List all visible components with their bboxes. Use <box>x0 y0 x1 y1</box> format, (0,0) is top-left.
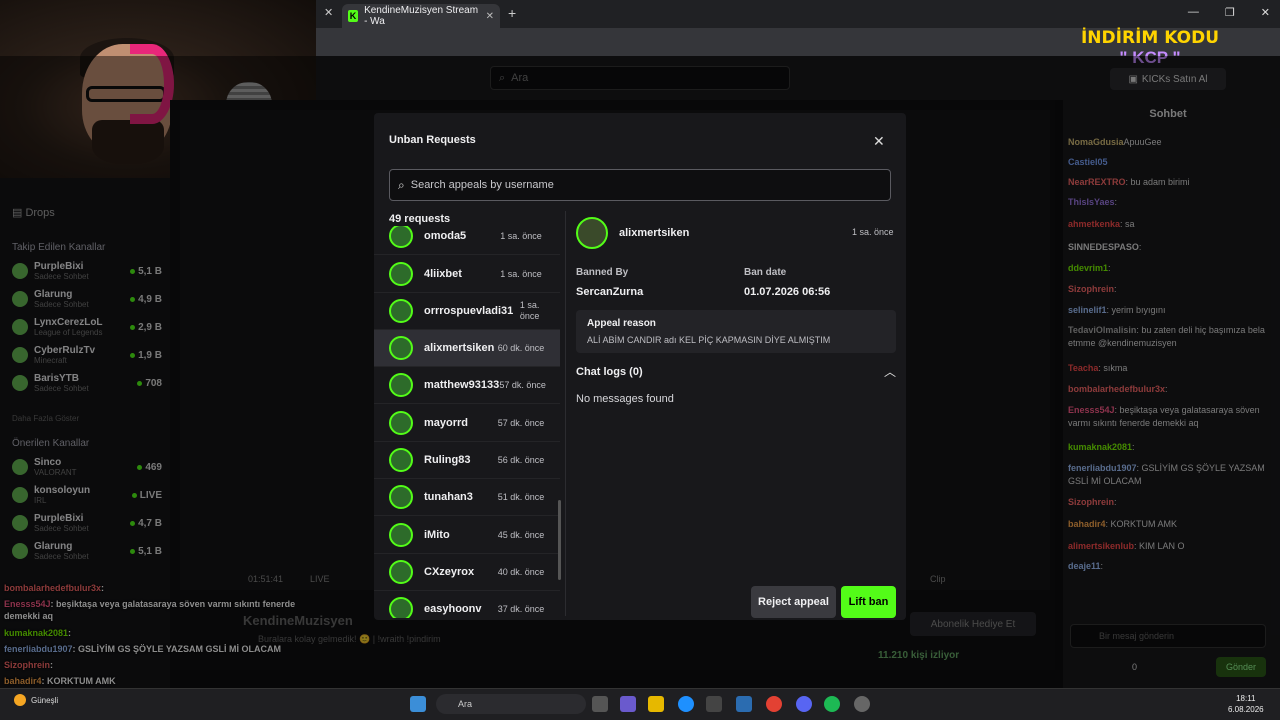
appeal-reason-text: ALİ ABİM CANDIR adı KEL PİÇ KAPMASIN DİY… <box>587 335 831 345</box>
request-time: 1 sa. önce <box>500 268 542 279</box>
modal-title: Unban Requests <box>389 134 476 146</box>
close-icon[interactable]: ✕ <box>486 11 494 22</box>
search-icon: ⌕ <box>398 177 405 192</box>
request-time: 37 dk. önce <box>497 603 545 614</box>
edge-icon[interactable] <box>678 696 694 712</box>
lift-ban-button[interactable]: Lift ban <box>841 586 896 618</box>
plus-icon[interactable]: + <box>508 5 516 21</box>
avatar <box>389 373 413 397</box>
request-row[interactable]: mayorrd 57 dk. önce <box>374 405 560 442</box>
request-row[interactable]: tunahan3 51 dk. önce <box>374 479 560 516</box>
avatar <box>389 226 413 248</box>
spotify-icon[interactable] <box>824 696 840 712</box>
request-count: 49 requests <box>389 213 451 225</box>
request-username: matthew93133 <box>424 379 500 391</box>
store-icon[interactable] <box>706 696 722 712</box>
request-time: 1 sa. önce <box>500 230 542 241</box>
request-row[interactable]: easyhoonv 37 dk. önce <box>374 591 560 618</box>
request-list: omoda5 1 sa. önce 4liixbet 1 sa. önce orrros… <box>374 226 560 618</box>
avatar <box>389 523 413 547</box>
request-row[interactable]: omoda5 1 sa. önce <box>374 226 560 255</box>
avatar <box>576 217 608 249</box>
mail-icon[interactable] <box>736 696 752 712</box>
discord-icon[interactable] <box>796 696 812 712</box>
avatar <box>389 299 413 323</box>
tab-title: KendineMuzisyen Stream - Wa <box>364 5 479 27</box>
request-username: iMito <box>424 529 450 541</box>
ban-date-label: Ban date <box>744 267 787 278</box>
banned-by-value: SercanZurna <box>576 286 644 298</box>
appeal-reason-box <box>576 310 896 353</box>
request-username: alixmertsiken <box>424 342 495 354</box>
file-explorer-icon[interactable] <box>648 696 664 712</box>
task-view-icon[interactable] <box>592 696 608 712</box>
request-username: CXzeyrox <box>424 566 475 578</box>
scrollbar[interactable] <box>558 500 561 580</box>
close-icon[interactable]: ✕ <box>1261 6 1270 19</box>
browser-tab-active[interactable]: K KendineMuzisyen Stream - Wa ✕ <box>342 4 500 28</box>
ban-date-value: 01.07.2026 06:56 <box>744 286 831 298</box>
request-username: mayorrd <box>424 417 469 429</box>
request-row[interactable]: orrrospuevladi31 1 sa. önce <box>374 293 560 330</box>
chevron-up-icon[interactable]: ︿ <box>884 363 896 380</box>
weather-label: Güneşli <box>31 695 59 705</box>
avatar <box>389 448 413 472</box>
windows-taskbar <box>0 688 1280 720</box>
avatar <box>389 560 413 584</box>
detail-time: 1 sa. önce <box>852 227 894 237</box>
obs-icon[interactable] <box>854 696 870 712</box>
request-username: tunahan3 <box>424 491 473 503</box>
close-icon[interactable]: ✕ <box>873 133 885 150</box>
system-clock[interactable]: 18:11 6.08.2026 <box>1228 693 1264 715</box>
restore-icon[interactable]: ❐ <box>1225 6 1235 19</box>
reject-appeal-button[interactable]: Reject appeal <box>751 586 836 618</box>
copilot-icon[interactable] <box>620 696 636 712</box>
detail-username: alixmertsiken <box>619 227 690 239</box>
request-username: omoda5 <box>424 230 467 242</box>
request-username: easyhoonv <box>424 603 482 615</box>
request-time: 57 dk. önce <box>497 417 545 428</box>
weather-widget[interactable]: Güneşli <box>14 694 58 706</box>
minimize-icon[interactable]: — <box>1188 6 1199 19</box>
request-time: 56 dk. önce <box>497 454 545 465</box>
no-messages-text: No messages found <box>576 393 674 405</box>
promo-code-label: İNDİRİM KODU <box>1080 28 1220 48</box>
taskbar-search[interactable]: Ara <box>436 694 586 714</box>
request-row[interactable]: CXzeyrox 40 dk. önce <box>374 554 560 591</box>
request-row[interactable]: alixmertsiken 60 dk. önce <box>374 330 560 367</box>
clock-time: 18:11 <box>1236 694 1256 703</box>
request-row[interactable]: Ruling83 56 dk. önce <box>374 442 560 479</box>
request-time: 60 dk. önce <box>497 342 545 353</box>
close-icon[interactable]: ✕ <box>324 6 333 19</box>
kick-logo-icon: K <box>348 10 359 22</box>
request-row[interactable]: iMito 45 dk. önce <box>374 517 560 554</box>
request-time: 51 dk. önce <box>497 491 545 502</box>
avatar <box>389 411 413 435</box>
request-time: 57 dk. önce <box>499 379 546 390</box>
avatar <box>389 597 413 618</box>
appeal-search-input[interactable] <box>410 179 871 191</box>
sun-icon <box>14 694 26 706</box>
appeal-search-field[interactable]: ⌕ <box>389 169 891 201</box>
window-controls: — ❐ ✕ <box>1188 6 1270 19</box>
request-username: orrrospuevladi31 <box>424 305 514 317</box>
banned-by-label: Banned By <box>576 267 629 278</box>
request-username: 4liixbet <box>424 268 462 280</box>
avatar <box>389 485 413 509</box>
chat-logs-header[interactable]: Chat logs (0) <box>576 366 643 378</box>
request-time: 1 sa. önce <box>519 300 540 321</box>
windows-start-icon[interactable] <box>410 696 426 712</box>
chrome-icon[interactable] <box>766 696 782 712</box>
request-username: Ruling83 <box>424 454 471 466</box>
panel-divider <box>565 211 566 616</box>
request-time: 45 dk. önce <box>497 529 545 540</box>
avatar <box>389 336 413 360</box>
request-row[interactable]: matthew93133 57 dk. önce <box>374 367 560 404</box>
avatar <box>389 262 413 286</box>
clock-date: 6.08.2026 <box>1228 705 1264 714</box>
request-time: 40 dk. önce <box>497 566 545 577</box>
request-row[interactable]: 4liixbet 1 sa. önce <box>374 256 560 293</box>
appeal-reason-label: Appeal reason <box>587 318 656 329</box>
